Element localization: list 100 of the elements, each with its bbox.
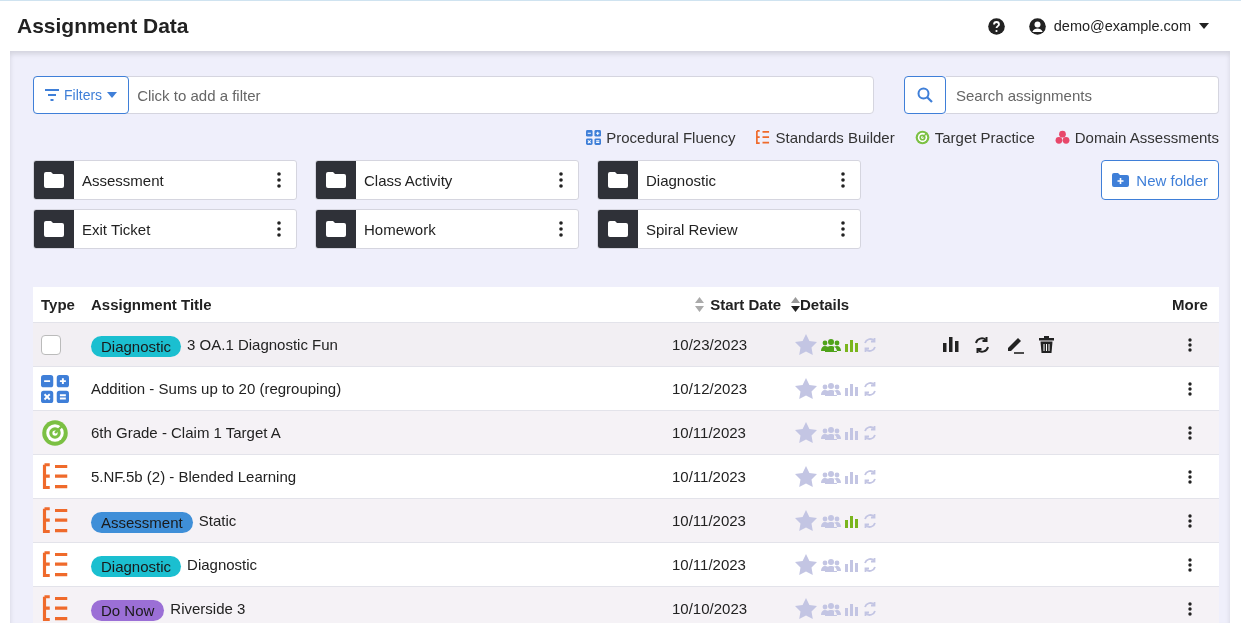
folder-card[interactable]: Diagnostic	[597, 160, 861, 200]
account-menu[interactable]: demo@example.com	[1028, 17, 1209, 35]
folder-card[interactable]: Assessment	[33, 160, 297, 200]
folder-name: Assessment	[81, 171, 165, 189]
new-folder-button[interactable]: New folder	[1101, 160, 1219, 200]
star-icon[interactable]	[795, 510, 817, 531]
column-header[interactable]: Assignment Title	[91, 296, 212, 313]
folder-card[interactable]: Exit Ticket	[33, 209, 297, 249]
search-field[interactable]: Search assignments	[946, 76, 1219, 114]
folder-icon	[608, 221, 628, 237]
row-checkbox[interactable]	[41, 334, 61, 355]
assignment-title[interactable]: 3 OA.1 Diagnostic Fun	[187, 336, 338, 353]
folder-card[interactable]: Spiral Review	[597, 209, 861, 249]
table-row[interactable]: 6th Grade - Claim 1 Target A 10/11/2023	[33, 411, 1219, 455]
kebab-menu-icon[interactable]	[1188, 425, 1192, 440]
sync-icon	[863, 601, 877, 616]
kebab-menu-icon[interactable]	[841, 221, 845, 237]
start-date: 10/11/2023	[672, 512, 746, 529]
table-row[interactable]: Diagnostic 3 OA.1 Diagnostic Fun 10/23/2023	[33, 323, 1219, 367]
help-icon	[987, 17, 1005, 35]
edit-icon[interactable]	[1005, 335, 1024, 354]
kebab-menu-icon[interactable]	[1188, 557, 1192, 572]
folder-icon	[326, 221, 346, 237]
kebab-menu-icon[interactable]	[841, 172, 845, 188]
sync-icon	[863, 557, 877, 572]
delete-icon[interactable]	[1039, 336, 1054, 353]
tree-list-icon	[41, 594, 69, 623]
user-icon	[1028, 17, 1046, 35]
assignment-title[interactable]: Diagnostic	[187, 556, 258, 573]
assignment-title[interactable]: 6th Grade - Claim 1 Target A	[91, 424, 281, 441]
tree-list-icon	[755, 129, 771, 145]
folder-name: Homework	[363, 220, 437, 238]
category-tag: Assessment	[91, 512, 193, 533]
product-link[interactable]: Domain Assessments	[1054, 127, 1219, 147]
table-row[interactable]: Assessment Static 10/11/2023	[33, 499, 1219, 543]
kebab-menu-icon[interactable]	[277, 221, 281, 237]
star-icon[interactable]	[795, 598, 817, 619]
folder-plus-icon	[1112, 173, 1130, 187]
assignment-title[interactable]: 5.NF.5b (2) - Blended Learning	[91, 468, 297, 485]
kebab-menu-icon[interactable]	[1188, 381, 1192, 396]
kebab-menu-icon[interactable]	[1188, 337, 1192, 352]
kebab-menu-icon[interactable]	[1188, 513, 1192, 528]
folder-name: Exit Ticket	[81, 220, 152, 238]
start-date: 10/11/2023	[672, 468, 746, 485]
filter-icon	[45, 89, 59, 101]
caret-icon	[107, 92, 118, 98]
kebab-menu-icon[interactable]	[559, 172, 563, 188]
star-icon[interactable]	[795, 334, 817, 355]
filter-field[interactable]: Filters Click to add a filter	[33, 76, 874, 114]
search-button[interactable]	[904, 76, 946, 114]
folder-card[interactable]: Homework	[315, 209, 579, 249]
product-link[interactable]: Target Practice	[914, 127, 1035, 147]
tree-list-icon	[41, 462, 69, 491]
kebab-menu-icon[interactable]	[1188, 469, 1192, 484]
folder-name: Class Activity	[363, 171, 454, 189]
page-title: Assignment Data	[17, 14, 189, 38]
kebab-menu-icon[interactable]	[559, 221, 563, 237]
category-tag: Do Now	[91, 600, 165, 621]
folder-icon	[44, 172, 64, 188]
start-date: 10/12/2023	[672, 380, 748, 397]
star-icon[interactable]	[795, 422, 817, 443]
kebab-menu-icon[interactable]	[1188, 601, 1192, 616]
tree-list-icon	[41, 550, 69, 579]
sync-icon	[863, 425, 877, 440]
bar-chart-icon[interactable]	[943, 337, 959, 352]
column-header[interactable]: More	[1172, 296, 1208, 313]
sync-icon	[863, 337, 877, 352]
start-date: 10/11/2023	[672, 556, 746, 573]
start-date: 10/10/2023	[672, 600, 748, 617]
column-header[interactable]: Type	[41, 296, 75, 313]
sync-icon	[863, 381, 877, 396]
kebab-menu-icon[interactable]	[277, 172, 281, 188]
star-icon[interactable]	[795, 554, 817, 575]
assignment-title[interactable]: Addition - Sums up to 20 (regrouping)	[91, 380, 342, 397]
sync-icon[interactable]	[974, 336, 990, 353]
folder-name: Spiral Review	[645, 220, 739, 238]
tree-list-icon	[41, 506, 69, 535]
cubes-icon	[1054, 129, 1070, 145]
product-link[interactable]: Standards Builder	[755, 127, 895, 147]
category-tag: Diagnostic	[91, 556, 182, 577]
assignment-title[interactable]: Static	[198, 512, 237, 529]
star-icon[interactable]	[795, 466, 817, 487]
sort-descending-icon[interactable]	[791, 297, 800, 312]
column-header[interactable]: Details	[800, 296, 850, 313]
operations-grid-icon	[41, 374, 69, 403]
assignment-title[interactable]: Riverside 3	[170, 600, 246, 617]
folder-icon	[44, 221, 64, 237]
operations-grid-icon	[586, 129, 602, 145]
folder-name: Diagnostic	[645, 171, 718, 189]
table-row[interactable]: Do Now Riverside 3 10/10/2023	[33, 587, 1219, 623]
product-link[interactable]: Procedural Fluency	[586, 127, 736, 147]
filters-button[interactable]: Filters	[33, 76, 130, 114]
star-icon[interactable]	[795, 378, 817, 399]
sync-icon	[863, 469, 877, 484]
column-header[interactable]: Start Date	[710, 296, 781, 313]
folder-icon	[608, 172, 628, 188]
sync-icon	[863, 513, 877, 528]
folder-card[interactable]: Class Activity	[315, 160, 579, 200]
caret-icon	[1199, 23, 1209, 29]
start-date: 10/23/2023	[672, 336, 748, 353]
